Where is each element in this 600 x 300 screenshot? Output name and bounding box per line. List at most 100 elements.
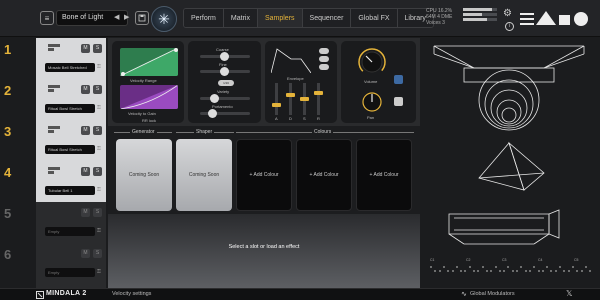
- slot-1[interactable]: 1 M S Mosaic Bell Stretched ⚿: [4, 38, 106, 79]
- marker-dot: [503, 270, 506, 272]
- fine-slider[interactable]: [200, 67, 250, 76]
- slot-sample-name[interactable]: Empty: [45, 227, 95, 236]
- marker-dot: [490, 270, 493, 272]
- lock-icon[interactable]: ⚿: [97, 269, 101, 275]
- mute-button[interactable]: M: [81, 44, 90, 53]
- tab-samplers[interactable]: Samplers: [257, 9, 303, 27]
- volume-knob[interactable]: [357, 47, 387, 77]
- slot-number: 3: [4, 124, 12, 139]
- generator-slot[interactable]: Coming Soon: [116, 139, 172, 211]
- volume-link-button[interactable]: [394, 75, 403, 84]
- add-colour-button[interactable]: + Add Colour: [236, 139, 292, 211]
- slot-6[interactable]: 6 M S Empty ⚿: [4, 243, 106, 284]
- rr-lock-label: RR lock: [142, 118, 157, 123]
- geometry-shapes-icon: [433, 45, 585, 245]
- slot-4[interactable]: 4 M S Tubular Bell 1 ⚿: [4, 161, 106, 202]
- velocity-range-graph[interactable]: [120, 48, 178, 76]
- mute-button[interactable]: M: [81, 126, 90, 135]
- variety-slider[interactable]: [200, 94, 250, 103]
- settings-gear-icon[interactable]: ⚙: [503, 8, 512, 19]
- solo-button[interactable]: S: [93, 126, 102, 135]
- envelope-card: Envelope A D S R: [265, 41, 337, 123]
- generator-header: Generator: [130, 129, 157, 135]
- next-preset-button[interactable]: ▶: [124, 13, 129, 21]
- output-card: Volume Pan: [341, 41, 416, 123]
- solo-button[interactable]: S: [93, 85, 102, 94]
- pan-toggle-button[interactable]: [394, 97, 403, 106]
- slot-shape-icon: [48, 167, 60, 174]
- portamento-label: Portamento: [212, 104, 233, 109]
- marker-label: C5: [574, 258, 579, 262]
- slot-sample-name[interactable]: Ritual Bowl Stretch: [45, 104, 95, 113]
- brand-name: MINDALA 2: [46, 290, 87, 297]
- decay-label: D: [289, 116, 292, 121]
- solo-button[interactable]: S: [93, 167, 102, 176]
- marker-dot: [584, 266, 587, 268]
- slot-sample-name[interactable]: Ritual Bowl Stretch: [45, 145, 95, 154]
- slot-shape-icon: [48, 44, 60, 51]
- top-bar: ≡ Bone of Light ◀ ▶ ✳ Perform Matrix Sam…: [0, 0, 600, 37]
- info-icon[interactable]: i: [505, 22, 514, 31]
- slot-sample-name[interactable]: Tubular Bell 1: [45, 186, 95, 195]
- sustain-slider[interactable]: [300, 83, 309, 115]
- status-text: Velocity settings: [112, 291, 152, 297]
- tab-matrix[interactable]: Matrix: [223, 9, 258, 27]
- marker-dot: [451, 270, 454, 272]
- tab-global-fx[interactable]: Global FX: [351, 9, 398, 27]
- lock-icon[interactable]: ⚿: [97, 64, 101, 70]
- marker-dot: [546, 266, 549, 268]
- lock-icon[interactable]: ⚿: [97, 228, 101, 234]
- solo-button[interactable]: S: [93, 249, 102, 258]
- shaper-slot[interactable]: Coming Soon: [176, 139, 232, 211]
- volume-label: Volume: [364, 79, 378, 84]
- mute-button[interactable]: M: [81, 208, 90, 217]
- decay-slider[interactable]: [286, 83, 295, 115]
- slot-number: 5: [4, 206, 12, 221]
- lock-icon[interactable]: ⚿: [97, 187, 101, 193]
- marker-dot: [541, 270, 544, 272]
- add-colour-button[interactable]: + Add Colour: [356, 139, 412, 211]
- marker-label: C2: [466, 258, 471, 262]
- attack-slider[interactable]: [272, 83, 281, 115]
- tab-perform[interactable]: Perform: [184, 9, 224, 27]
- solo-button[interactable]: S: [93, 44, 102, 53]
- velocity-to-gain-graph[interactable]: [120, 85, 178, 109]
- prev-preset-button[interactable]: ◀: [114, 13, 119, 21]
- env-toggle-1[interactable]: [319, 48, 329, 54]
- lock-icon[interactable]: ⚿: [97, 105, 101, 111]
- slot-5[interactable]: 5 M S Empty ⚿: [4, 202, 106, 243]
- marker-label: C1: [430, 258, 435, 262]
- mute-button[interactable]: M: [81, 249, 90, 258]
- velocity-range-label: Velocity Range: [130, 78, 157, 83]
- lock-icon[interactable]: ⚿: [97, 146, 101, 152]
- release-slider[interactable]: [314, 83, 323, 115]
- colours-row: Generator Shaper Colours Coming Soon Com…: [108, 126, 420, 214]
- mute-button[interactable]: M: [81, 167, 90, 176]
- slot-3[interactable]: 3 M S Ritual Bowl Stretch ⚿: [4, 120, 106, 161]
- save-icon[interactable]: [135, 11, 149, 25]
- env-toggle-2[interactable]: [319, 56, 329, 62]
- close-x-icon[interactable]: 𝕏: [566, 289, 572, 298]
- portamento-slider[interactable]: [200, 109, 250, 118]
- coarse-slider[interactable]: [200, 52, 250, 61]
- tab-sequencer[interactable]: Sequencer: [302, 9, 352, 27]
- voices-stat: Voices 3: [426, 20, 445, 26]
- env-toggle-3[interactable]: [319, 64, 329, 70]
- marker-dot: [589, 270, 592, 272]
- slot-2[interactable]: 2 M S Ritual Bowl Stretch ⚿: [4, 79, 106, 120]
- solo-button[interactable]: S: [93, 208, 102, 217]
- envelope-graph[interactable]: [271, 47, 311, 73]
- colours-header: Colours: [312, 129, 334, 135]
- main-tabs: Perform Matrix Samplers Sequencer Global…: [183, 8, 434, 28]
- slot-sample-name[interactable]: Empty: [45, 268, 95, 277]
- variety-value[interactable]: 1/16: [218, 80, 234, 86]
- effect-panel[interactable]: Select a slot or load an effect: [108, 214, 420, 288]
- marker-dot: [442, 266, 445, 268]
- global-modulators-button[interactable]: Global Modulators: [470, 291, 515, 297]
- pan-knob[interactable]: [361, 91, 383, 113]
- add-colour-button[interactable]: + Add Colour: [296, 139, 352, 211]
- menu-icon[interactable]: ≡: [40, 11, 54, 25]
- slot-sample-name[interactable]: Mosaic Bell Stretched: [45, 63, 95, 72]
- mute-button[interactable]: M: [81, 85, 90, 94]
- mindala-logo-icon[interactable]: ✳: [151, 6, 177, 32]
